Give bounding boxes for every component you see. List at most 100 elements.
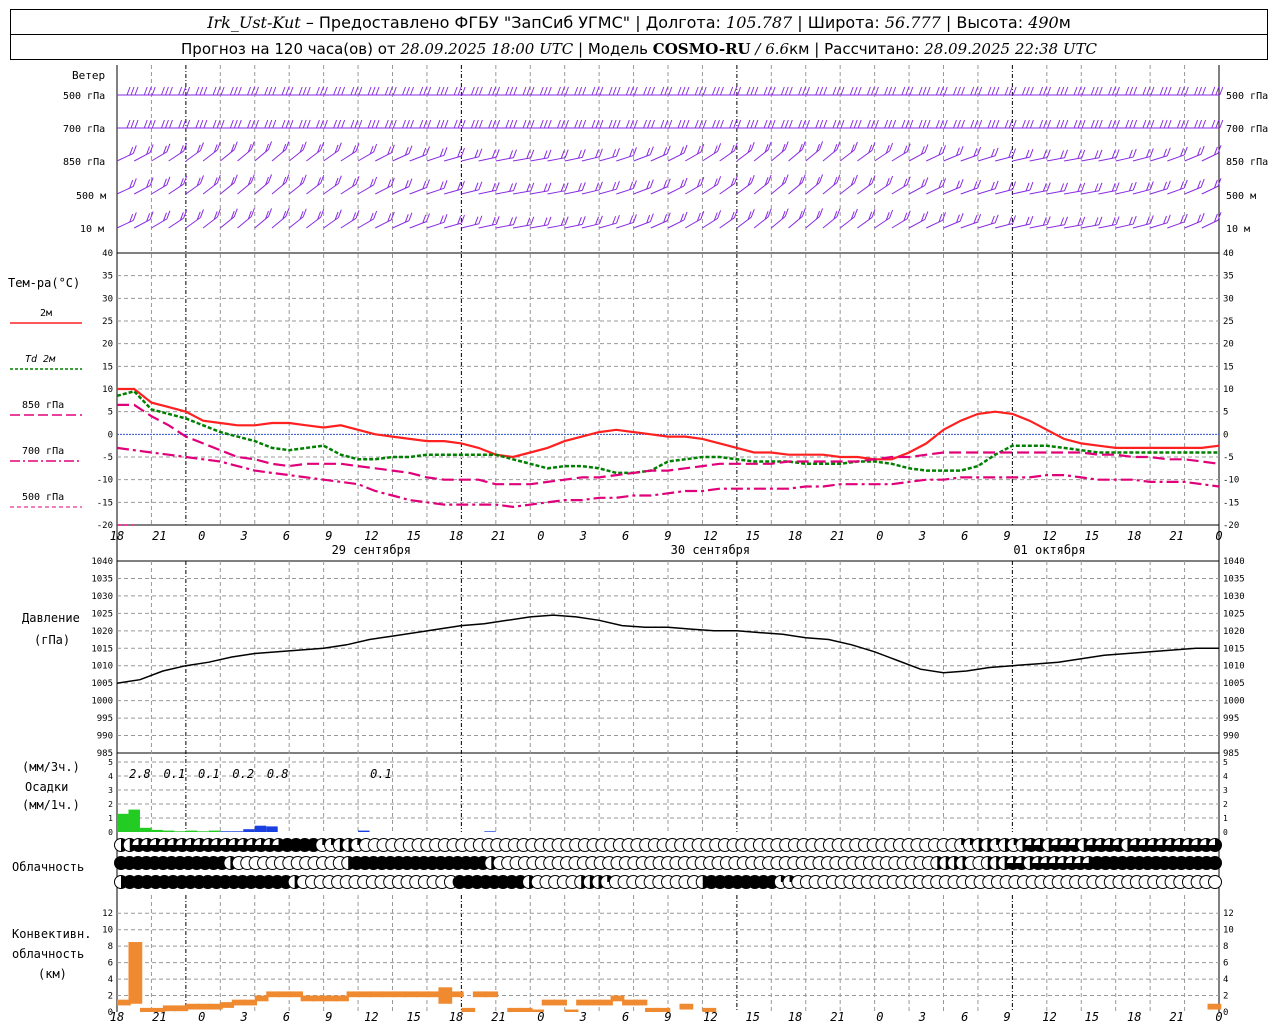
conv-tick-label-right: 6 <box>1223 959 1228 969</box>
wind-barb-flag <box>942 145 947 154</box>
wind-barb-flag <box>419 119 424 129</box>
wind-barb-flag <box>1025 182 1030 192</box>
wind-barb-flag <box>582 119 587 129</box>
wind-barb-flag <box>616 86 621 96</box>
time-tick-label-mid: 21 <box>830 529 844 543</box>
wind-barb-flag <box>1056 119 1061 129</box>
wind-barb-flag <box>147 119 152 129</box>
wind-barb-shaft <box>770 216 786 229</box>
wind-barb-flag <box>1219 119 1224 129</box>
time-tick-label-bottom: 9 <box>664 1010 671 1024</box>
wind-barb-flag <box>319 86 324 96</box>
wind-barb-flag <box>957 86 961 96</box>
wind-barb-flag <box>581 182 586 191</box>
wind-barb-flag <box>1012 119 1017 129</box>
wind-barb-flag <box>1115 149 1120 158</box>
wind-barb-flag <box>195 86 200 96</box>
wind-barb-flag <box>615 181 620 190</box>
wind-barb-flag <box>942 178 947 187</box>
wind-barb-flag <box>333 86 338 96</box>
wind-barb-flag <box>526 150 531 159</box>
meteogram: -20 -20-15 -15-10 -10-5 -50 05 510 1015 1520 2025… <box>8 65 1268 1024</box>
time-tick-label-mid: 6 <box>622 529 629 543</box>
precip-bar <box>266 826 278 832</box>
temp-tick-label-right: -20 <box>1223 521 1239 531</box>
wind-barb-shaft <box>564 156 583 162</box>
wind-barb-flag <box>565 86 569 96</box>
wind-barb-shaft <box>1081 224 1100 229</box>
wind-barb-flag <box>995 86 1000 96</box>
wind-barb-flag <box>1150 86 1155 96</box>
time-tick-label-mid: 0 <box>198 529 205 543</box>
wind-barb-shaft <box>598 222 617 229</box>
wind-barb-flag <box>784 208 789 217</box>
conv-tick-label-right: 4 <box>1223 975 1228 985</box>
wind-barb-flag <box>780 86 785 96</box>
wind-barb-flag <box>1008 86 1013 96</box>
wind-level-10m: 10 м <box>80 224 104 235</box>
wind-barb-flag <box>784 174 789 183</box>
wind-barb-flag <box>685 119 690 129</box>
wind-barb-flag <box>819 141 824 150</box>
wind-barb-flag <box>668 119 673 129</box>
time-tick-label-mid: 9 <box>1003 529 1010 543</box>
wind-barb-flag <box>754 86 759 96</box>
wind-barb-shaft <box>960 154 978 162</box>
conv-bar <box>484 991 499 998</box>
wind-barb-flag <box>505 86 510 96</box>
wind-barb-flag <box>924 177 929 186</box>
wind-barb-flag <box>1217 145 1222 154</box>
wind-barb-flag <box>866 86 871 96</box>
wind-barb-flag <box>1180 86 1185 96</box>
wind-barb-shaft <box>340 217 357 229</box>
pressure-tick-label-right: 1000 <box>1223 697 1245 707</box>
time-tick-label-mid: 21 <box>491 529 505 543</box>
wind-barb-flag <box>488 119 493 129</box>
wind-barb-flag <box>819 174 824 183</box>
wind-barb-flag <box>564 216 569 225</box>
wind-barb-flag <box>392 86 397 96</box>
wind-barb-flag <box>1132 215 1137 225</box>
wind-barb-shaft <box>323 217 339 229</box>
wind-barb-flag <box>1077 86 1082 96</box>
wind-barb-flag <box>649 146 654 155</box>
wind-barb-flag <box>935 86 940 96</box>
wind-barb-shaft <box>1063 157 1082 162</box>
wind-barb-flag <box>268 141 273 150</box>
precip-unit-3h: (мм/3ч.) <box>22 760 80 774</box>
wind-barb-flag <box>664 86 669 96</box>
wind-barb-flag <box>599 119 604 129</box>
wind-barb-flag <box>853 208 858 218</box>
wind-barb-flag <box>823 119 828 129</box>
wind-barb-flag <box>491 216 496 226</box>
wind-barb-flag <box>132 145 137 154</box>
wind-barb-flag <box>440 86 445 96</box>
wind-barb-shaft <box>857 183 873 195</box>
wind-barb-flag <box>233 208 238 217</box>
wind-barb-flag <box>1142 86 1147 96</box>
time-tick-label-mid: 21 <box>152 529 166 543</box>
wind-barb-shaft <box>151 184 168 195</box>
wind-barb-shaft <box>650 220 668 229</box>
date-label: 30 сентября <box>671 543 750 557</box>
legend-700-label: 700 гПа <box>22 446 64 457</box>
conv-bar <box>1207 1003 1222 1010</box>
wind-barb-flag <box>298 86 303 96</box>
wind-barb-flag <box>496 86 501 96</box>
wind-barb-flag <box>315 86 320 96</box>
wind-barb-flag <box>1064 86 1069 96</box>
wind-barb-shaft <box>444 222 462 229</box>
wind-barb-flag <box>495 182 500 191</box>
wind-barb-flag <box>1200 178 1205 188</box>
wind-barb-flag <box>815 86 820 96</box>
temp-tick-label-right: 25 <box>1223 317 1234 327</box>
wind-barb-flag <box>203 119 208 129</box>
wind-barb-flag <box>836 119 841 129</box>
wind-level-850hpa: 850 гПа <box>63 157 105 168</box>
wind-barb-flag <box>1021 86 1026 96</box>
wind-barb-shaft <box>1132 155 1151 162</box>
wind-barb-shaft <box>977 222 996 229</box>
wind-barb-flag <box>1145 182 1150 191</box>
wind-barb-flag <box>1115 216 1120 225</box>
wind-barb-flag <box>526 183 531 192</box>
